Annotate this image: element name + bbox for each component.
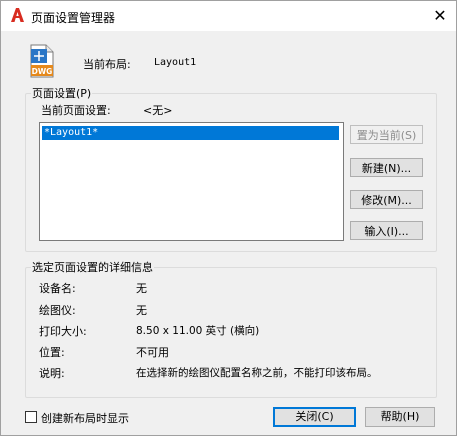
show-on-new-layout-checkbox[interactable] — [25, 411, 37, 423]
current-page-setup-value: <无> — [143, 104, 173, 117]
plot-size-value: 8.50 x 11.00 英寸 (横向) — [136, 325, 260, 337]
dwg-file-icon: DWG — [30, 44, 54, 78]
show-on-new-layout-label[interactable]: 创建新布局时显示 — [41, 410, 129, 426]
description-label: 说明: — [39, 367, 65, 380]
device-name-label: 设备名: — [39, 282, 76, 295]
current-layout-value: Layout1 — [154, 57, 197, 68]
dwg-icon-text: DWG — [32, 67, 53, 76]
close-window-button[interactable]: ✕ — [427, 5, 453, 27]
help-button[interactable]: 帮助(H) — [365, 407, 435, 427]
page-setup-manager-dialog: 页面设置管理器 ✕ DWG 当前布局: Layout1 页面设置(P) 当前页面… — [0, 0, 457, 436]
new-button[interactable]: 新建(N)... — [350, 158, 423, 177]
plotter-label: 绘图仪: — [39, 304, 76, 317]
window-title: 页面设置管理器 — [31, 11, 116, 25]
plot-size-label: 打印大小: — [39, 325, 87, 338]
current-layout-label: 当前布局: — [83, 58, 131, 71]
location-label: 位置: — [39, 346, 65, 359]
device-name-value: 无 — [136, 282, 147, 295]
description-value: 在选择新的绘图仪配置名称之前，不能打印该布局。 — [136, 367, 378, 379]
title-bar: 页面设置管理器 ✕ — [1, 1, 456, 31]
location-value: 不可用 — [136, 346, 169, 359]
modify-button[interactable]: 修改(M)... — [350, 190, 423, 209]
close-button[interactable]: 关闭(C) — [273, 407, 356, 427]
page-setups-list[interactable]: *Layout1* — [39, 122, 344, 241]
current-page-setup-label: 当前页面设置: — [41, 104, 111, 117]
plotter-value: 无 — [136, 304, 147, 317]
autocad-logo-icon — [11, 8, 24, 22]
list-item[interactable]: *Layout1* — [42, 126, 339, 140]
page-setups-group-label: 页面设置(P) — [31, 85, 93, 101]
import-button[interactable]: 输入(I)... — [350, 221, 423, 240]
details-group-label: 选定页面设置的详细信息 — [31, 259, 154, 275]
set-current-button[interactable]: 置为当前(S) — [350, 125, 423, 144]
